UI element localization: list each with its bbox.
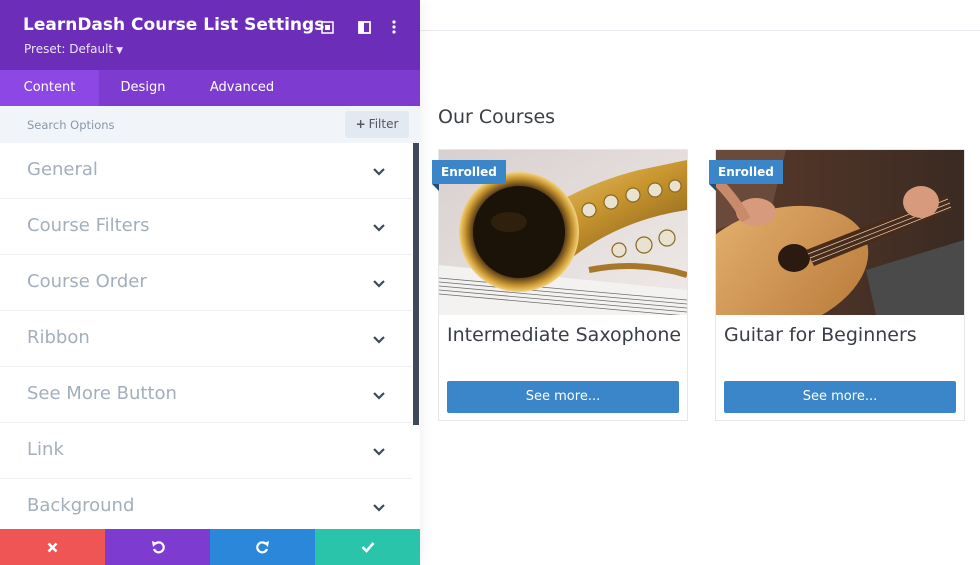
preset-label: Preset: Default — [24, 42, 114, 56]
chevron-down-icon — [373, 336, 385, 344]
filter-button[interactable]: + Filter — [345, 111, 409, 138]
toggle-label: General — [27, 159, 98, 180]
toggle-label: Course Filters — [27, 215, 150, 236]
chevron-down-icon — [373, 168, 385, 176]
filter-label: Filter — [368, 117, 399, 131]
toggle-course-filters[interactable]: Course Filters — [0, 199, 412, 255]
toggle-label: Course Order — [27, 271, 147, 292]
panel-tabs: Content Design Advanced — [0, 70, 420, 106]
toggle-background[interactable]: Background — [0, 479, 412, 529]
close-icon — [47, 542, 58, 552]
preview-top-bar — [420, 0, 980, 31]
discard-button[interactable] — [0, 529, 105, 565]
tab-advanced[interactable]: Advanced — [187, 70, 297, 106]
divi-builder-screen: Our Courses Enrolled Intermediate Saxoph… — [0, 0, 980, 565]
chevron-down-icon — [373, 504, 385, 512]
chevron-down-icon — [373, 448, 385, 456]
course-card[interactable]: Enrolled Intermediate Saxophone See more… — [432, 149, 688, 421]
toggle-course-order[interactable]: Course Order — [0, 255, 412, 311]
check-icon — [361, 542, 374, 553]
toggle-label: See More Button — [27, 383, 177, 404]
plus-icon: + — [355, 117, 366, 131]
panel-title: LearnDash Course List Settings — [23, 15, 325, 35]
toggle-ribbon[interactable]: Ribbon — [0, 311, 412, 367]
page-preview: Our Courses Enrolled Intermediate Saxoph… — [420, 0, 980, 565]
chevron-down-icon — [373, 392, 385, 400]
caret-down-icon: ▼ — [116, 46, 124, 56]
split-view-icon[interactable] — [355, 18, 373, 36]
enrolled-ribbon: Enrolled — [709, 160, 783, 191]
toggle-label: Link — [27, 439, 64, 460]
toggle-label: Background — [27, 495, 135, 516]
preset-dropdown[interactable]: Preset: Default ▼ — [24, 42, 123, 56]
undo-icon — [151, 541, 165, 554]
settings-panel: LearnDash Course List Settings Preset: D… — [0, 0, 420, 565]
see-more-button[interactable]: See more... — [447, 381, 679, 413]
tab-content[interactable]: Content — [0, 70, 99, 106]
chevron-down-icon — [373, 224, 385, 232]
course-card[interactable]: Enrolled Guitar for Beginners See more..… — [709, 149, 965, 421]
panel-scrollbar[interactable] — [413, 143, 419, 425]
panel-footer — [0, 529, 420, 565]
save-button[interactable] — [315, 529, 420, 565]
toggle-general[interactable]: General — [0, 143, 412, 199]
course-title[interactable]: Intermediate Saxophone — [447, 324, 681, 346]
undo-button[interactable] — [105, 529, 210, 565]
see-more-button[interactable]: See more... — [724, 381, 956, 413]
search-options-input[interactable] — [13, 112, 333, 137]
more-options-icon[interactable] — [385, 18, 403, 36]
enrolled-ribbon: Enrolled — [432, 160, 506, 191]
panel-header: LearnDash Course List Settings Preset: D… — [0, 0, 420, 70]
section-title: Our Courses — [438, 106, 556, 128]
focus-icon[interactable] — [318, 18, 336, 36]
redo-button[interactable] — [210, 529, 315, 565]
toggle-see-more-button[interactable]: See More Button — [0, 367, 412, 423]
chevron-down-icon — [373, 280, 385, 288]
option-toggles: General Course Filters Course Order Ribb… — [0, 143, 412, 529]
redo-icon — [255, 541, 269, 554]
toggle-label: Ribbon — [27, 327, 90, 348]
course-title[interactable]: Guitar for Beginners — [724, 324, 917, 346]
toggle-link[interactable]: Link — [0, 423, 412, 479]
tab-design[interactable]: Design — [99, 70, 187, 106]
